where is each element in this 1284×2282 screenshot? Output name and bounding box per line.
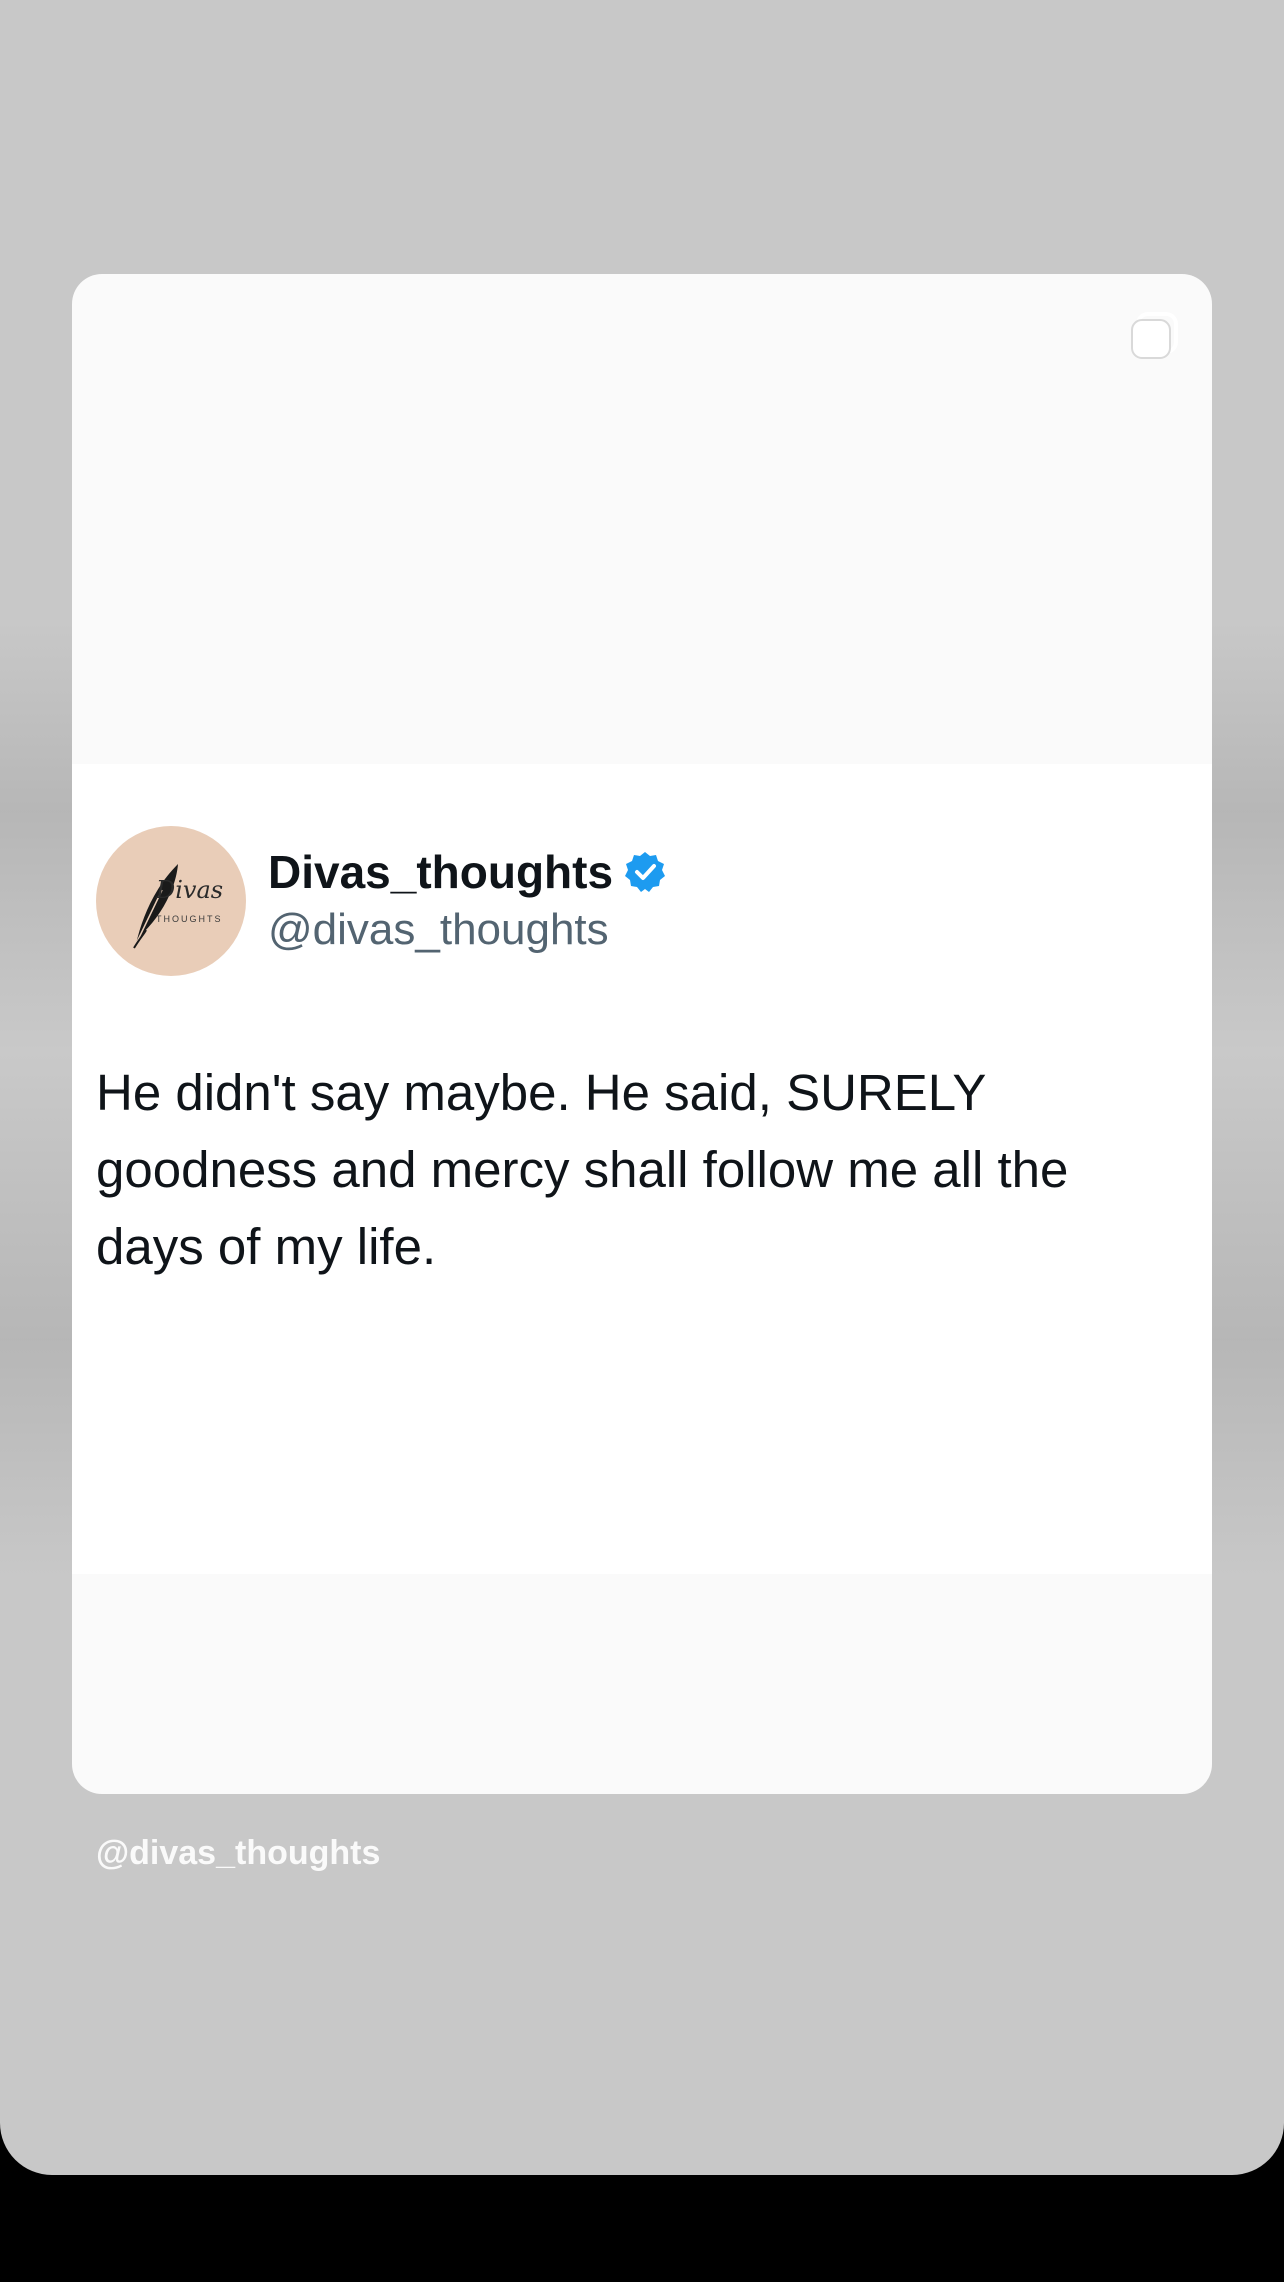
- author-handle[interactable]: @divas_thoughts: [268, 901, 667, 959]
- author-info: Divas_thoughts @divas_thoughts: [268, 843, 667, 959]
- story-background: Divas THOUGHTS Divas_thoughts @divas_tho…: [0, 0, 1284, 2175]
- avatar-logo-subtext: THOUGHTS: [156, 914, 223, 924]
- avatar-logo-text: Divas: [155, 876, 223, 904]
- feather-logo-icon: Divas THOUGHTS: [133, 864, 223, 949]
- tweet-text: He didn't say maybe. He said, SURELY goo…: [96, 1064, 1069, 1275]
- author-name-row: Divas_thoughts: [268, 843, 667, 901]
- avatar[interactable]: Divas THOUGHTS: [96, 826, 246, 976]
- multi-post-icon[interactable]: [1128, 310, 1182, 364]
- author-name[interactable]: Divas_thoughts: [268, 843, 613, 901]
- verified-badge-icon: [625, 852, 666, 892]
- tweet-header: Divas THOUGHTS Divas_thoughts @divas_tho…: [96, 826, 667, 976]
- post-card[interactable]: Divas THOUGHTS Divas_thoughts @divas_tho…: [72, 274, 1212, 1794]
- story-mention[interactable]: @divas_thoughts: [96, 1834, 380, 1873]
